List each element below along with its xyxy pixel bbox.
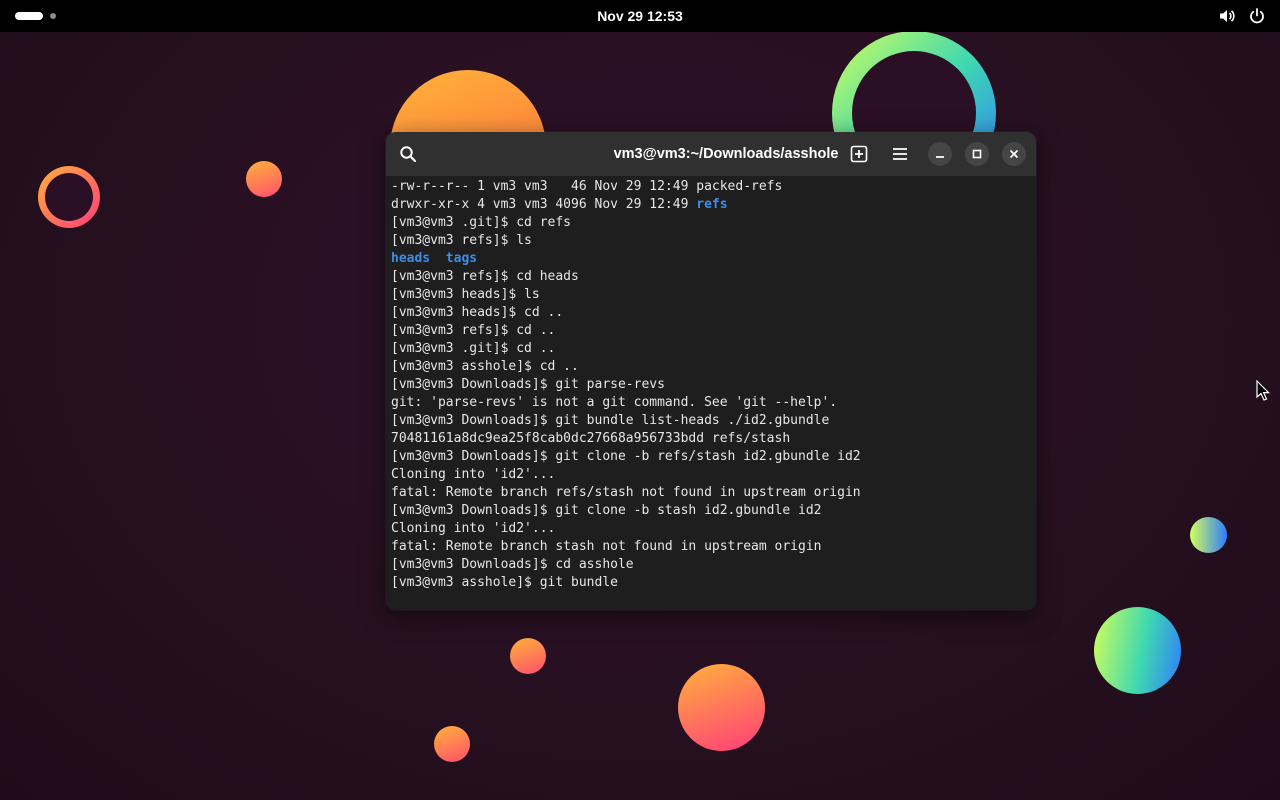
terminal-text: -rw-r--r-- 1 vm3 vm3 46 Nov 29 12:49 pac… — [391, 179, 783, 194]
terminal-text: [vm3@vm3 asshole]$ git bundle — [391, 575, 618, 590]
system-menu[interactable] — [1218, 6, 1266, 26]
workspace-indicator — [50, 13, 56, 19]
volume-icon — [1220, 10, 1235, 22]
terminal-line: fatal: Remote branch stash not found in … — [391, 538, 1031, 556]
terminal-line: [vm3@vm3 asshole]$ git bundle — [391, 574, 1031, 592]
terminal-window[interactable]: vm3@vm3:~/Downloads/asshole -rw-r--r-- 1… — [386, 132, 1036, 610]
terminal-text: [vm3@vm3 Downloads]$ cd asshole — [391, 557, 634, 572]
hamburger-menu-icon — [893, 148, 907, 160]
terminal-line: [vm3@vm3 refs]$ cd heads — [391, 268, 1031, 286]
terminal-line: -rw-r--r-- 1 vm3 vm3 46 Nov 29 12:49 pac… — [391, 178, 1031, 196]
activities-button[interactable] — [15, 10, 56, 22]
terminal-text: [vm3@vm3 .git]$ cd refs — [391, 215, 572, 230]
terminal-line: [vm3@vm3 Downloads]$ git parse-revs — [391, 376, 1031, 394]
terminal-text: [vm3@vm3 Downloads]$ git parse-revs — [391, 377, 665, 392]
maximize-button[interactable] — [965, 142, 989, 166]
terminal-text: [vm3@vm3 asshole]$ cd .. — [391, 359, 579, 374]
top-bar: Nov 29 12:53 — [0, 0, 1280, 32]
new-tab-icon — [850, 145, 868, 163]
terminal-text: [vm3@vm3 refs]$ cd .. — [391, 323, 556, 338]
directory-name: tags — [445, 251, 478, 266]
terminal-text: [vm3@vm3 heads]$ cd .. — [391, 305, 564, 320]
terminal-text: 70481161a8dc9ea25f8cab0dc27668a956733bdd… — [391, 431, 791, 446]
power-icon — [1250, 8, 1264, 24]
terminal-text: [vm3@vm3 Downloads]$ git bundle list-hea… — [391, 413, 830, 428]
wallpaper-dot — [510, 638, 546, 674]
wallpaper-dot — [1190, 517, 1227, 553]
terminal-titlebar[interactable]: vm3@vm3:~/Downloads/asshole — [386, 132, 1036, 176]
window-title: vm3@vm3:~/Downloads/asshole — [613, 146, 839, 162]
terminal-line: [vm3@vm3 Downloads]$ cd asshole — [391, 556, 1031, 574]
terminal-text: [vm3@vm3 heads]$ ls — [391, 287, 540, 302]
maximize-icon — [972, 149, 982, 159]
terminal-line: [vm3@vm3 .git]$ cd .. — [391, 340, 1031, 358]
minimize-button[interactable] — [928, 142, 952, 166]
terminal-text: [vm3@vm3 Downloads]$ git clone -b refs/s… — [391, 449, 861, 464]
terminal-line: drwxr-xr-x 4 vm3 vm3 4096 Nov 29 12:49 r… — [391, 196, 1031, 214]
terminal-text: Cloning into 'id2'... — [391, 467, 556, 482]
wallpaper-circle — [678, 664, 765, 751]
terminal-text: git: 'parse-revs' is not a git command. … — [391, 395, 838, 410]
workspace-indicator-active — [15, 12, 43, 20]
close-icon — [1009, 149, 1019, 159]
wallpaper-small-ring — [38, 166, 100, 228]
terminal-line: fatal: Remote branch refs/stash not foun… — [391, 484, 1031, 502]
terminal-line: Cloning into 'id2'... — [391, 520, 1031, 538]
terminal-line: [vm3@vm3 refs]$ ls — [391, 232, 1031, 250]
terminal-line: Cloning into 'id2'... — [391, 466, 1031, 484]
terminal-text: fatal: Remote branch stash not found in … — [391, 539, 822, 554]
terminal-line: [vm3@vm3 Downloads]$ git clone -b refs/s… — [391, 448, 1031, 466]
terminal-line: [vm3@vm3 Downloads]$ git bundle list-hea… — [391, 412, 1031, 430]
close-button[interactable] — [1002, 142, 1026, 166]
terminal-line: [vm3@vm3 .git]$ cd refs — [391, 214, 1031, 232]
search-button[interactable] — [396, 142, 420, 166]
wallpaper-dot — [246, 161, 282, 197]
terminal-text: Cloning into 'id2'... — [391, 521, 556, 536]
terminal-text: [vm3@vm3 refs]$ ls — [391, 233, 532, 248]
terminal-line: [vm3@vm3 asshole]$ cd .. — [391, 358, 1031, 376]
menu-button[interactable] — [888, 142, 912, 166]
terminal-text: [vm3@vm3 refs]$ cd heads — [391, 269, 579, 284]
terminal-output[interactable]: -rw-r--r-- 1 vm3 vm3 46 Nov 29 12:49 pac… — [391, 178, 1031, 604]
clock[interactable]: Nov 29 12:53 — [597, 8, 683, 24]
wallpaper-gradient-circle — [1094, 607, 1181, 694]
terminal-line: [vm3@vm3 heads]$ ls — [391, 286, 1031, 304]
terminal-text: [vm3@vm3 Downloads]$ git clone -b stash … — [391, 503, 822, 518]
terminal-line: heads tags — [391, 250, 1031, 268]
directory-name: refs — [696, 197, 728, 212]
minimize-icon — [936, 156, 944, 158]
terminal-text: [vm3@vm3 .git]$ cd .. — [391, 341, 556, 356]
terminal-text: fatal: Remote branch refs/stash not foun… — [391, 485, 861, 500]
wallpaper-dot — [434, 726, 470, 762]
terminal-line: [vm3@vm3 refs]$ cd .. — [391, 322, 1031, 340]
terminal-line: [vm3@vm3 heads]$ cd .. — [391, 304, 1031, 322]
search-icon — [400, 146, 417, 163]
terminal-line: [vm3@vm3 Downloads]$ git clone -b stash … — [391, 502, 1031, 520]
terminal-line: 70481161a8dc9ea25f8cab0dc27668a956733bdd… — [391, 430, 1031, 448]
mouse-pointer-icon — [1256, 380, 1270, 401]
terminal-line: git: 'parse-revs' is not a git command. … — [391, 394, 1031, 412]
new-tab-button[interactable] — [847, 142, 871, 166]
directory-name: heads — [391, 251, 431, 266]
terminal-text: drwxr-xr-x 4 vm3 vm3 4096 Nov 29 12:49 — [391, 197, 697, 212]
